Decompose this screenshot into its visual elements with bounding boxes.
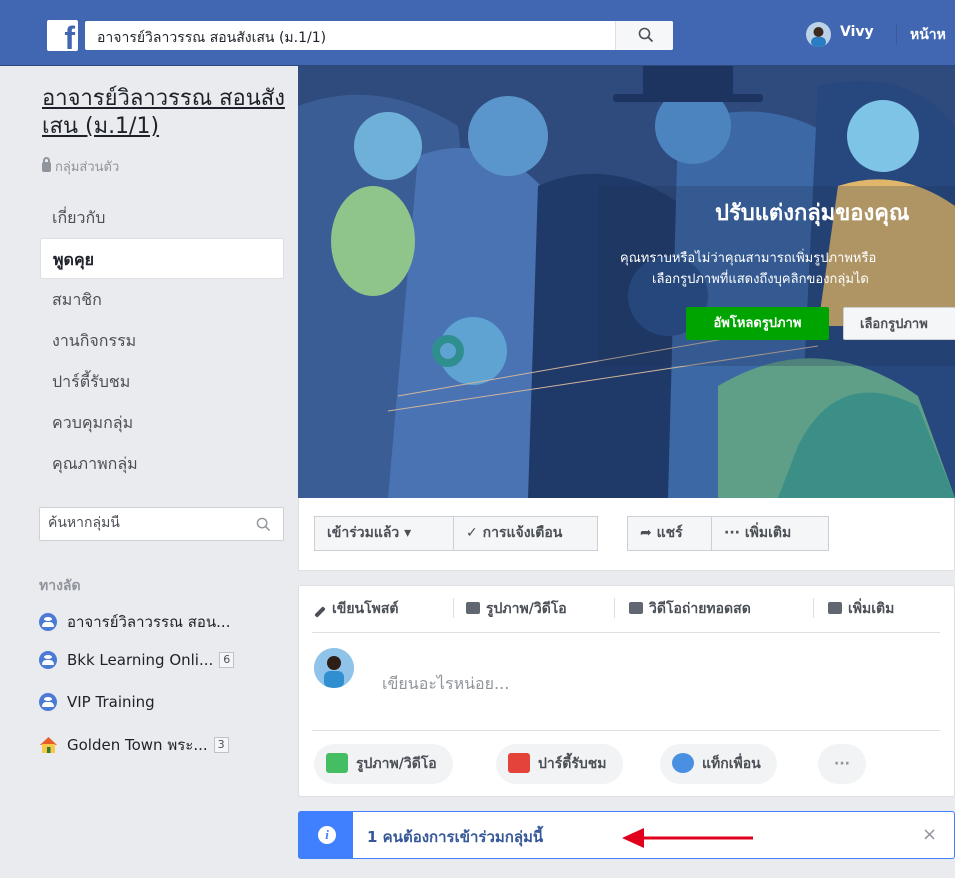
composer-avatar[interactable] [314, 648, 354, 688]
cover-title: ปรับแต่งกลุ่มของคุณ [715, 201, 910, 226]
topbar-divider [896, 24, 897, 44]
notifications-button[interactable]: ✓ การแจ้งเตือน [453, 516, 598, 551]
composer-divider [312, 632, 940, 633]
shortcut-count-badge: 6 [219, 652, 235, 668]
shortcut-label: Bkk Learning Onli... [67, 651, 214, 669]
share-button[interactable]: ➦ แชร์ [627, 516, 712, 551]
nav-item-moderation[interactable]: ควบคุมกลุ่ม [40, 402, 284, 443]
group-privacy: กลุ่มส่วนตัว [42, 156, 119, 177]
tab-divider [453, 598, 454, 618]
join-request-link[interactable]: 1 คนต้องการเข้าร่วมกลุ่มนี้ [367, 825, 543, 849]
nav-item-group-quality[interactable]: คุณภาพกลุ่ม [40, 443, 284, 484]
photo-icon [326, 753, 348, 773]
shortcut-item[interactable]: อาจารย์วิลาวรรณ สอน... [39, 608, 284, 636]
global-search-input[interactable]: อาจารย์วิลาวรรณ สอนสังเสน (ม.1/1) [85, 21, 673, 50]
shortcut-item[interactable]: VIP Training [39, 688, 284, 716]
popcorn-icon [508, 753, 530, 773]
tab-divider [614, 598, 615, 618]
nav-item-watch-party[interactable]: ปาร์ตี้รับชม [40, 361, 284, 402]
red-arrow-annotation [622, 828, 753, 848]
search-icon [638, 27, 654, 43]
tag-friend-icon [672, 753, 694, 773]
facebook-logo-icon[interactable]: f [47, 20, 78, 51]
choose-photo-button[interactable]: เลือกรูปภาพ [843, 307, 955, 340]
nav-item-discussion[interactable]: พูดคุย [40, 238, 284, 279]
pill-label: แท็กเพื่อน [702, 756, 761, 772]
shortcut-item[interactable]: Golden Town พระ... 3 [39, 731, 284, 759]
tab-photo-video[interactable]: รูปภาพ/วิดีโอ [466, 598, 567, 620]
cover-description-line1: คุณทราบหรือไม่ว่าคุณสามารถเพิ่มรูปภาพหรื… [620, 251, 877, 266]
top-navigation-bar: f อาจารย์วิลาวรรณ สอนสังเสน (ม.1/1) Vivy… [0, 0, 955, 66]
photo-icon [466, 602, 480, 614]
photo-video-pill-button[interactable]: รูปภาพ/วิดีโอ [314, 744, 453, 784]
tab-label: เขียนโพสต์ [332, 601, 399, 617]
pill-label: ปาร์ตี้รับชม [538, 756, 607, 772]
lock-icon [42, 157, 51, 172]
shortcuts-heading: ทางลัด [39, 578, 81, 594]
watch-party-pill-button[interactable]: ปาร์ตี้รับชม [496, 744, 623, 784]
user-name-link[interactable]: Vivy [840, 24, 874, 40]
shortcut-label: VIP Training [67, 693, 155, 711]
video-camera-icon [629, 602, 643, 614]
shortcut-label: Golden Town พระ... [67, 736, 208, 754]
search-icon[interactable] [256, 517, 271, 532]
search-value: อาจารย์วิลาวรรณ สอนสังเสน (ม.1/1) [97, 30, 327, 46]
pencil-icon [314, 606, 326, 618]
search-button[interactable] [615, 21, 673, 50]
close-icon[interactable]: × [922, 824, 937, 845]
tab-write-post[interactable]: เขียนโพสต์ [314, 598, 399, 620]
info-icon: i [318, 826, 336, 844]
tab-divider [813, 598, 814, 618]
tag-friends-pill-button[interactable]: แท็กเพื่อน [660, 744, 777, 784]
more-icon [828, 602, 842, 614]
tab-label: รูปภาพ/วิดีโอ [486, 601, 567, 617]
house-icon [39, 736, 58, 754]
upload-photo-button[interactable]: อัพโหลดรูปภาพ [686, 307, 829, 340]
group-title-link[interactable]: อาจารย์วิลาวรรณ สอนสังเสน (ม.1/1) [42, 85, 287, 141]
tab-more[interactable]: เพิ่มเติม [828, 598, 894, 620]
group-search-box [39, 507, 284, 541]
group-icon [39, 613, 57, 631]
joined-dropdown-button[interactable]: เข้าร่วมแล้ว ▾ [314, 516, 454, 551]
tab-live-video[interactable]: วิดีโอถ่ายทอดสด [629, 598, 751, 620]
cover-description-line2: เลือกรูปภาพที่แสดงถึงบุคลิกของกลุ่มได [652, 272, 869, 287]
more-options-pill-button[interactable]: ··· [818, 744, 866, 784]
group-icon [39, 651, 57, 669]
pill-label: รูปภาพ/วิดีโอ [356, 756, 437, 772]
nav-item-about[interactable]: เกี่ยวกับ [40, 197, 284, 238]
user-avatar[interactable] [806, 22, 831, 47]
privacy-label: กลุ่มส่วนตัว [55, 160, 120, 175]
more-button[interactable]: ··· เพิ่มเติม [711, 516, 829, 551]
composer-input[interactable]: เขียนอะไรหน่อย... [382, 672, 509, 697]
group-search-input[interactable] [48, 515, 248, 531]
composer-divider [312, 730, 940, 731]
shortcut-count-badge: 3 [213, 737, 229, 753]
tab-label: เพิ่มเติม [848, 601, 895, 617]
shortcut-label: อาจารย์วิลาวรรณ สอน... [67, 613, 231, 631]
group-nav: เกี่ยวกับ พูดคุย สมาชิก งานกิจกรรม ปาร์ต… [40, 197, 284, 484]
home-link[interactable]: หน้าห [910, 24, 946, 46]
tab-label: วิดีโอถ่ายทอดสด [649, 601, 751, 617]
shortcut-item[interactable]: Bkk Learning Onli... 6 [39, 646, 284, 674]
group-icon [39, 693, 57, 711]
nav-item-members[interactable]: สมาชิก [40, 279, 284, 320]
nav-item-events[interactable]: งานกิจกรรม [40, 320, 284, 361]
